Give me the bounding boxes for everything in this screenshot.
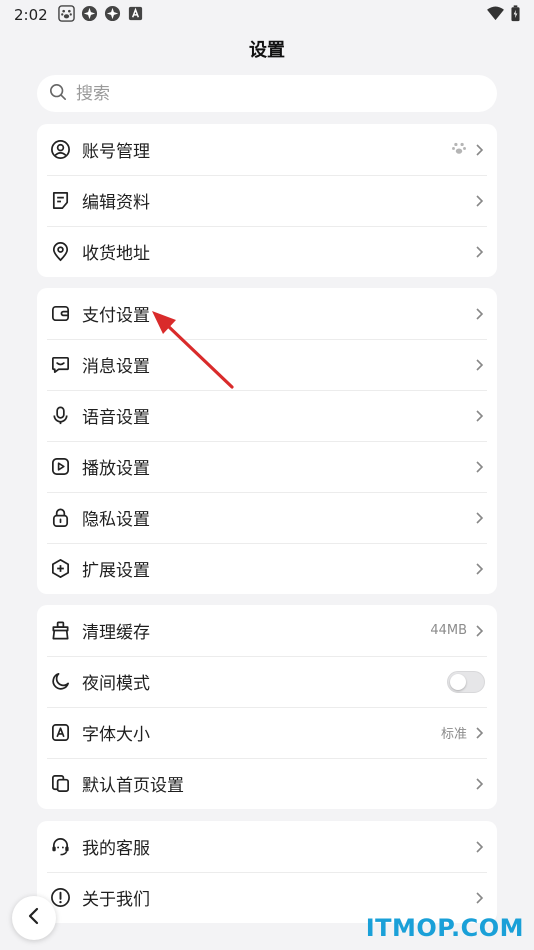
settings-item-voice[interactable]: 语音设置 [37,390,497,441]
settings-item-label: 播放设置 [82,459,150,479]
chevron-right-icon [473,194,485,208]
edit-profile-icon [49,190,71,212]
location-pin-icon [49,241,71,263]
row-right: 44MB [430,623,485,638]
settings-item-label: 我的客服 [82,839,150,859]
broom-icon [49,620,71,642]
settings-group-account: 账号管理 编辑资料 收货地址 [37,124,497,277]
chevron-right-icon [473,143,485,157]
settings-item-label: 隐私设置 [82,510,150,530]
row-right [473,245,485,259]
row-right [451,140,485,160]
settings-group-support: 我的客服 关于我们 [37,821,497,923]
chevron-right-icon [473,840,485,854]
settings-item-label: 消息设置 [82,357,150,377]
wifi-icon [486,5,505,25]
home-page-icon [49,773,71,795]
settings-group-preferences: 支付设置 消息设置 语音设置 播放设置 隐私设置 扩展设置 [37,288,497,594]
chevron-right-icon [473,624,485,638]
account-icon [49,139,71,161]
chevron-right-icon [473,777,485,791]
watermark-logo: ITMOP.COM [365,914,524,942]
row-right [473,460,485,474]
chevron-right-icon [473,726,485,740]
toggle-knob [450,673,466,690]
chevron-right-icon [473,358,485,372]
chevron-right-icon [473,562,485,576]
paw-icon [57,4,75,26]
font-size-value: 标准 [440,727,467,742]
paw-icon [451,140,467,160]
battery-icon [511,4,520,26]
app-icon [104,5,121,26]
search-icon [49,83,76,105]
settings-item-account[interactable]: 账号管理 [37,124,497,175]
status-system-icons [486,4,520,26]
customer-service-icon [49,836,71,858]
status-notification-icons [57,4,144,26]
settings-item-message[interactable]: 消息设置 [37,339,497,390]
search-input[interactable] [76,83,456,104]
status-bar: 2:02 [0,0,534,30]
row-right [473,777,485,791]
microphone-icon [49,405,71,427]
settings-item-extension[interactable]: 扩展设置 [37,543,497,594]
message-icon [49,354,71,376]
settings-item-label: 清理缓存 [82,623,150,643]
back-button[interactable] [12,896,56,940]
row-right [473,307,485,321]
chevron-left-icon [26,907,42,929]
settings-item-label: 账号管理 [82,142,150,162]
settings-group-general: 清理缓存 44MB 夜间模式 字体大小 标准 默认首页设置 [37,605,497,809]
chevron-right-icon [473,409,485,423]
settings-item-default-homepage[interactable]: 默认首页设置 [37,758,497,809]
a-icon [127,5,144,26]
row-right [473,562,485,576]
chevron-right-icon [473,307,485,321]
app-icon [81,5,98,26]
settings-item-font-size[interactable]: 字体大小 标准 [37,707,497,758]
chevron-right-icon [473,511,485,525]
row-right [473,358,485,372]
moon-icon [49,671,71,693]
settings-item-privacy[interactable]: 隐私设置 [37,492,497,543]
wallet-icon [49,303,71,325]
row-right [473,840,485,854]
chevron-right-icon [473,891,485,905]
chevron-right-icon [473,245,485,259]
settings-item-address[interactable]: 收货地址 [37,226,497,277]
settings-item-label: 字体大小 [82,725,150,745]
font-size-icon [49,722,71,744]
row-right [473,891,485,905]
row-right [473,511,485,525]
row-right [447,670,485,693]
settings-item-label: 扩展设置 [82,561,150,581]
settings-item-label: 默认首页设置 [82,776,184,796]
settings-item-label: 语音设置 [82,408,150,428]
row-right [473,409,485,423]
settings-item-label: 编辑资料 [82,193,150,213]
extension-plus-icon [49,558,71,580]
play-icon [49,456,71,478]
settings-item-customer-service[interactable]: 我的客服 [37,821,497,872]
settings-item-edit-profile[interactable]: 编辑资料 [37,175,497,226]
lock-icon [49,507,71,529]
row-right: 标准 [441,723,485,742]
settings-item-night-mode[interactable]: 夜间模式 [37,656,497,707]
settings-item-label: 支付设置 [82,306,150,326]
settings-item-label: 夜间模式 [82,674,150,694]
settings-item-playback[interactable]: 播放设置 [37,441,497,492]
chevron-right-icon [473,460,485,474]
settings-item-clear-cache[interactable]: 清理缓存 44MB [37,605,497,656]
settings-item-payment[interactable]: 支付设置 [37,288,497,339]
page-title: 设置 [249,40,285,61]
cache-size-value: 44MB [430,623,467,638]
settings-item-label: 关于我们 [82,890,150,910]
search-bar[interactable] [37,75,497,112]
row-right [473,194,485,208]
settings-item-label: 收货地址 [82,244,150,264]
status-time: 2:02 [14,6,48,24]
night-mode-toggle[interactable] [447,670,485,693]
